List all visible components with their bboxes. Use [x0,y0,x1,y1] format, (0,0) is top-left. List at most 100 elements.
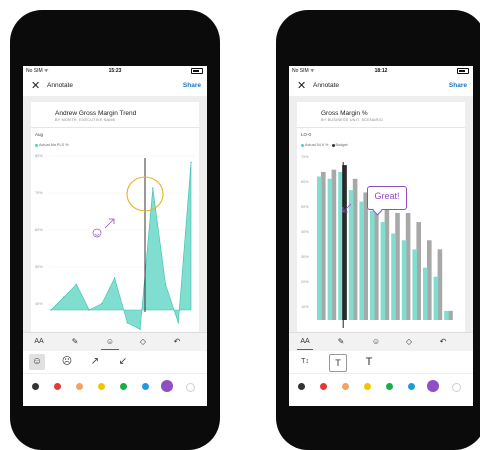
data-point [50,309,52,311]
bar-actual [380,222,386,320]
text-small-icon[interactable]: T↕ [297,354,313,370]
bar-actual [327,178,333,320]
stamp-icon[interactable]: ☺ [367,335,385,349]
data-point [101,302,103,305]
annotation-toolbar: AA ✎ ☺ ◇ ↶ [289,332,473,351]
page-title: Annotate [313,82,340,89]
arrow-up-stamp-icon[interactable]: ↗ [87,354,103,370]
app-bar: ✕ Annotate Share [23,78,207,94]
bar-actual [391,233,396,320]
data-point [113,277,116,279]
color-swatch[interactable] [385,382,393,390]
data-point [164,283,167,286]
annotate-screen-left: No SIM ᯤ 15:23 ✕ Annotate Share Andrew G… [23,66,207,406]
area-chart [49,155,195,330]
smiley-stamp-icon[interactable]: ☺ [29,354,45,370]
pen-icon[interactable]: ✎ [67,335,83,349]
color-palette [289,374,473,406]
eraser-icon[interactable]: ◇ [401,335,417,349]
annotation-canvas[interactable]: Gross Margin % BY BUSINESS UNIT, SCENARI… [289,96,473,332]
bar-actual [423,267,428,320]
color-swatch[interactable] [341,382,349,390]
app-bar: ✕ Annotate Share [289,78,473,94]
share-button[interactable]: Share [183,82,201,89]
stamp-picker: ☺ ☹ ↗ ↙ [23,351,207,374]
bar-budget [427,240,432,320]
bar-budget [437,249,443,320]
color-swatch[interactable] [53,382,61,390]
color-swatch[interactable] [297,382,305,390]
bar-actual [401,240,407,320]
clock: 15:23 [108,68,122,74]
bar-budget [384,206,390,320]
stamp-icon[interactable]: ☺ [101,335,119,350]
bar-actual [444,310,449,320]
color-palette [23,374,207,406]
color-swatch[interactable] [451,382,461,392]
bar-budget [374,197,379,320]
annotate-screen-right: No SIM ᯤ 18:12 ✕ Annotate Share Gross Ma… [289,66,473,406]
data-point [139,328,141,330]
color-swatch[interactable] [119,382,127,390]
text-large-icon[interactable]: T [361,354,377,370]
bar-actual [359,201,364,320]
color-swatch[interactable] [31,382,39,390]
bar-budget [363,192,368,320]
bar-actual [338,171,343,320]
bar-actual [433,276,439,320]
share-button[interactable]: Share [449,82,467,89]
bar-budget [405,212,411,320]
eraser-icon[interactable]: ◇ [135,335,151,349]
close-icon[interactable]: ✕ [31,80,40,92]
report-card: Andrew Gross Margin Trend BY MONTH, EXEC… [31,102,199,332]
arrow-down-stamp-icon[interactable]: ↙ [115,354,131,370]
annotation-toolbar: AA ✎ ☺ ◇ ↶ [23,332,207,351]
bar-actual [370,210,375,320]
color-swatch[interactable] [319,382,327,390]
bar-actual [412,249,417,320]
neutral-stamp-icon[interactable]: ☹ [59,354,75,370]
data-point [190,161,192,164]
bar-actual [317,176,322,320]
close-icon[interactable]: ✕ [297,80,306,92]
color-swatch[interactable] [427,380,439,392]
text-size-tool[interactable]: AA [31,335,47,349]
color-swatch[interactable] [75,382,83,390]
bar-budget [352,178,358,320]
status-bar: No SIM ᯤ 15:23 [23,66,207,76]
color-swatch[interactable] [141,382,149,390]
undo-icon[interactable]: ↶ [169,335,185,349]
annotation-canvas[interactable]: Andrew Gross Margin Trend BY MONTH, EXEC… [23,96,207,332]
data-point [88,309,90,311]
phone-right: No SIM ᯤ 18:12 ✕ Annotate Share Gross Ma… [276,10,480,450]
bar-budget [448,310,453,320]
callout-text: Great! [374,191,400,201]
pen-icon[interactable]: ✎ [333,335,349,349]
bar-budget [416,222,421,320]
phone-left: No SIM ᯤ 15:23 ✕ Annotate Share Andrew G… [10,10,220,450]
color-swatch[interactable] [161,380,173,392]
report-card: Gross Margin % BY BUSINESS UNIT, SCENARI… [297,102,465,332]
page-title: Annotate [47,82,74,89]
color-swatch[interactable] [407,382,415,390]
color-swatch[interactable] [363,382,371,390]
data-point [63,296,65,298]
battery-icon [191,68,203,74]
color-swatch[interactable] [185,382,195,392]
clock: 18:12 [374,68,388,74]
data-point [177,322,179,324]
bar-budget [395,212,400,320]
battery-icon [457,68,469,74]
arrow-stamp [104,218,115,229]
status-bar: No SIM ᯤ 18:12 [289,66,473,76]
bar-budget [321,171,326,320]
color-swatch[interactable] [97,382,105,390]
bar-chart [317,162,453,328]
text-size-tool[interactable]: AA [297,335,313,350]
undo-icon[interactable]: ↶ [435,335,451,349]
data-point [126,322,129,324]
text-medium-icon[interactable]: T [329,354,347,372]
callout-bubble[interactable]: Great! [367,186,407,210]
data-point [152,187,154,189]
bar-actual [348,190,354,320]
